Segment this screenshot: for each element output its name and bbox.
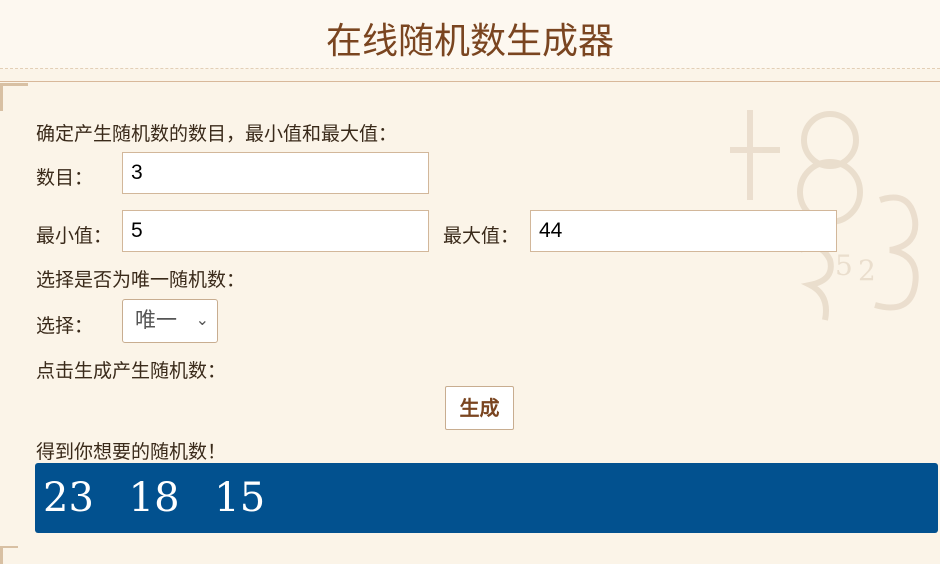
- result-number: 15: [214, 475, 266, 521]
- count-input[interactable]: 3: [122, 152, 429, 194]
- result-number: 23: [43, 475, 94, 521]
- corner-ornament: [0, 83, 28, 111]
- header-divider: [0, 81, 940, 82]
- intro-text: 确定产生随机数的数目，最小值和最大值：: [36, 123, 398, 145]
- max-label: 最大值：: [443, 225, 520, 247]
- result-panel: 23 18 15: [35, 463, 938, 533]
- unique-select[interactable]: 唯一 ⌄: [122, 299, 218, 343]
- max-input[interactable]: 44: [530, 210, 837, 252]
- result-number: 18: [128, 475, 180, 521]
- select-label: 选择：: [36, 315, 94, 337]
- svg-text:2: 2: [858, 254, 876, 287]
- chevron-down-icon: ⌄: [195, 310, 209, 329]
- result-prompt: 得到你想要的随机数！: [36, 441, 227, 463]
- page-title: 在线随机数生成器: [325, 21, 614, 62]
- corner-ornament-bottom: [0, 546, 18, 564]
- unique-select-value: 唯一: [135, 308, 177, 332]
- count-label: 数目：: [36, 167, 94, 189]
- min-input[interactable]: 5: [122, 210, 429, 252]
- svg-text:5: 5: [835, 249, 853, 282]
- unique-prompt: 选择是否为唯一随机数：: [36, 269, 246, 291]
- generate-prompt: 点击生成产生随机数：: [36, 360, 227, 382]
- generate-button[interactable]: 生成: [445, 386, 514, 430]
- header: 在线随机数生成器: [0, 0, 940, 69]
- min-label: 最小值：: [36, 225, 113, 247]
